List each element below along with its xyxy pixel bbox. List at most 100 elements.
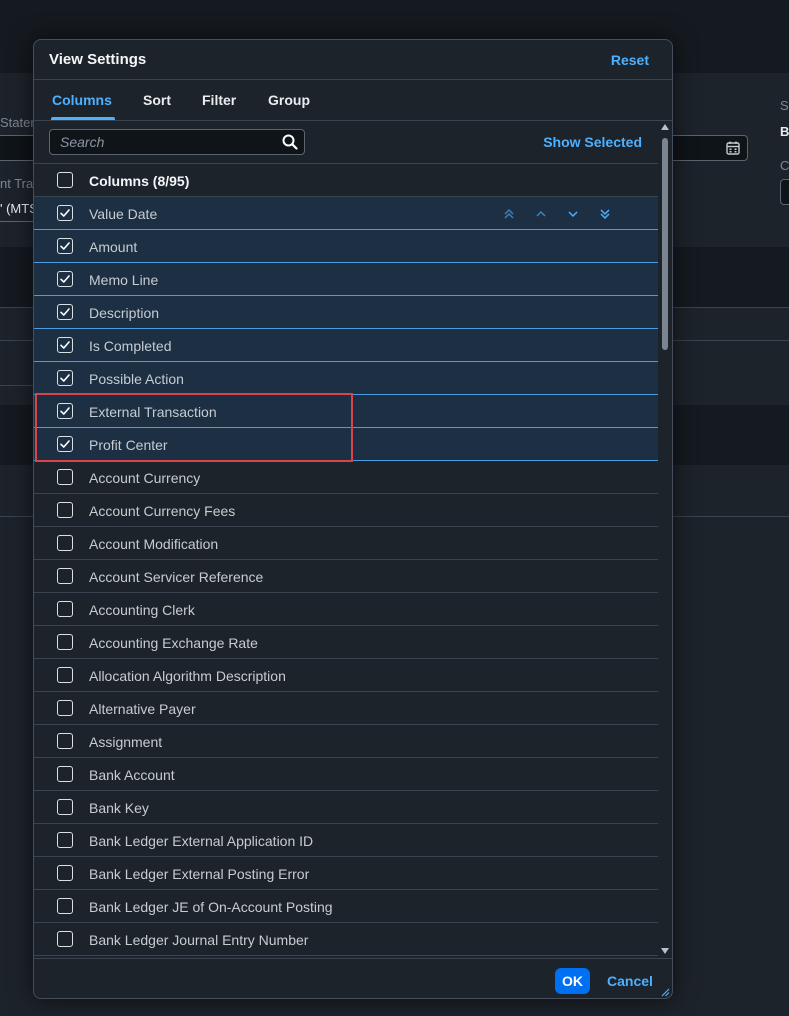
column-label: Bank Account: [89, 767, 175, 783]
column-row[interactable]: External Transaction: [34, 395, 658, 428]
column-label: Assignment: [89, 734, 163, 750]
column-label: Bank Ledger External Posting Error: [89, 866, 310, 882]
scroll-up-arrow-icon[interactable]: [661, 124, 669, 130]
column-checkbox[interactable]: [57, 535, 73, 551]
move-to-top-icon[interactable]: [501, 206, 517, 222]
column-checkbox[interactable]: [57, 469, 73, 485]
column-row[interactable]: Is Completed: [34, 329, 658, 362]
column-row[interactable]: Account Modification: [34, 527, 658, 560]
column-checkbox[interactable]: [57, 370, 73, 386]
tab-bar: Columns Sort Filter Group: [34, 80, 672, 121]
column-checkbox[interactable]: [57, 205, 73, 221]
columns-toolbar: Show Selected: [34, 121, 658, 164]
column-row[interactable]: Bank Ledger External Application ID: [34, 824, 658, 857]
column-checkbox[interactable]: [57, 304, 73, 320]
search-input[interactable]: [50, 130, 290, 154]
scrollbar-thumb[interactable]: [662, 138, 668, 350]
column-checkbox[interactable]: [57, 238, 73, 254]
column-label: External Transaction: [89, 404, 217, 420]
bg-right-input[interactable]: [780, 179, 789, 205]
bg-label-c: C: [780, 158, 789, 173]
tab-columns[interactable]: Columns: [52, 92, 112, 108]
column-checkbox[interactable]: [57, 700, 73, 716]
column-checkbox[interactable]: [57, 601, 73, 617]
search-field: [49, 129, 305, 155]
tab-group[interactable]: Group: [268, 92, 310, 108]
column-row[interactable]: Alternative Payer: [34, 692, 658, 725]
column-checkbox[interactable]: [57, 799, 73, 815]
column-row[interactable]: Bank Account: [34, 758, 658, 791]
column-checkbox[interactable]: [57, 832, 73, 848]
columns-list: Columns (8/95) Value Date Amount Memo Line…: [34, 164, 658, 958]
column-label: Accounting Exchange Rate: [89, 635, 258, 651]
column-row[interactable]: Bank Ledger External Posting Error: [34, 857, 658, 890]
column-label: Account Modification: [89, 536, 219, 552]
column-row[interactable]: Account Servicer Reference: [34, 560, 658, 593]
column-checkbox[interactable]: [57, 337, 73, 353]
show-selected-button[interactable]: Show Selected: [543, 134, 642, 150]
list-scrollbar[interactable]: [660, 124, 670, 956]
column-row[interactable]: Amount: [34, 230, 658, 263]
column-row[interactable]: Possible Action: [34, 362, 658, 395]
move-up-icon[interactable]: [533, 206, 549, 222]
scroll-down-arrow-icon[interactable]: [661, 948, 669, 954]
column-checkbox[interactable]: [57, 865, 73, 881]
move-down-icon[interactable]: [565, 206, 581, 222]
columns-header-row: Columns (8/95): [34, 164, 658, 197]
reset-button[interactable]: Reset: [611, 52, 649, 68]
column-label: Account Currency Fees: [89, 503, 236, 519]
column-checkbox[interactable]: [57, 403, 73, 419]
column-row[interactable]: Description: [34, 296, 658, 329]
column-row[interactable]: Profit Center: [34, 428, 658, 461]
column-label: Bank Ledger JE of On-Account Posting: [89, 899, 333, 915]
column-row[interactable]: Allocation Algorithm Description: [34, 659, 658, 692]
tab-sort[interactable]: Sort: [143, 92, 171, 108]
tab-filter[interactable]: Filter: [202, 92, 236, 108]
column-row[interactable]: Value Date: [34, 197, 658, 230]
column-checkbox[interactable]: [57, 634, 73, 650]
column-checkbox[interactable]: [57, 667, 73, 683]
bg-label-transaction: nt Tra: [0, 176, 34, 191]
ok-button[interactable]: OK: [555, 968, 590, 994]
column-row[interactable]: Bank Key: [34, 791, 658, 824]
column-row[interactable]: Bank Ledger Journal Entry Number: [34, 923, 658, 956]
calendar-icon: [726, 141, 740, 155]
column-label: Bank Ledger Journal Entry Number: [89, 932, 309, 948]
column-checkbox[interactable]: [57, 931, 73, 947]
column-row[interactable]: Bank Ledger JE of On-Account Posting: [34, 890, 658, 923]
column-label: Profit Center: [89, 437, 168, 453]
view-settings-dialog: View Settings Reset Columns Sort Filter …: [33, 39, 673, 999]
column-label: Bank Key: [89, 800, 149, 816]
column-label: Bank Ledger External Application ID: [89, 833, 314, 849]
column-row[interactable]: Accounting Exchange Rate: [34, 626, 658, 659]
column-checkbox[interactable]: [57, 436, 73, 452]
column-checkbox[interactable]: [57, 502, 73, 518]
columns-count-label: Columns (8/95): [89, 173, 190, 189]
column-label: Account Servicer Reference: [89, 569, 264, 585]
column-label: Amount: [89, 239, 138, 255]
column-label: Allocation Algorithm Description: [89, 668, 286, 684]
move-to-bottom-icon[interactable]: [597, 206, 613, 222]
bg-date-input[interactable]: [660, 135, 748, 161]
column-row[interactable]: Assignment: [34, 725, 658, 758]
dialog-footer: OK Cancel: [34, 958, 672, 998]
column-label: Memo Line: [89, 272, 159, 288]
bg-label-b: B: [780, 124, 789, 139]
column-checkbox[interactable]: [57, 271, 73, 287]
search-icon[interactable]: [282, 134, 298, 150]
column-checkbox[interactable]: [57, 766, 73, 782]
cancel-button[interactable]: Cancel: [607, 973, 653, 989]
select-all-checkbox[interactable]: [57, 172, 73, 188]
resize-handle-icon[interactable]: [660, 987, 670, 997]
column-label: Alternative Payer: [89, 701, 196, 717]
column-row[interactable]: Accounting Clerk: [34, 593, 658, 626]
column-label: Value Date: [89, 206, 158, 222]
column-row[interactable]: Memo Line: [34, 263, 658, 296]
column-row[interactable]: Account Currency: [34, 461, 658, 494]
column-row[interactable]: Account Currency Fees: [34, 494, 658, 527]
column-checkbox[interactable]: [57, 568, 73, 584]
column-checkbox[interactable]: [57, 898, 73, 914]
column-label: Accounting Clerk: [89, 602, 195, 618]
column-checkbox[interactable]: [57, 733, 73, 749]
column-label: Is Completed: [89, 338, 172, 354]
